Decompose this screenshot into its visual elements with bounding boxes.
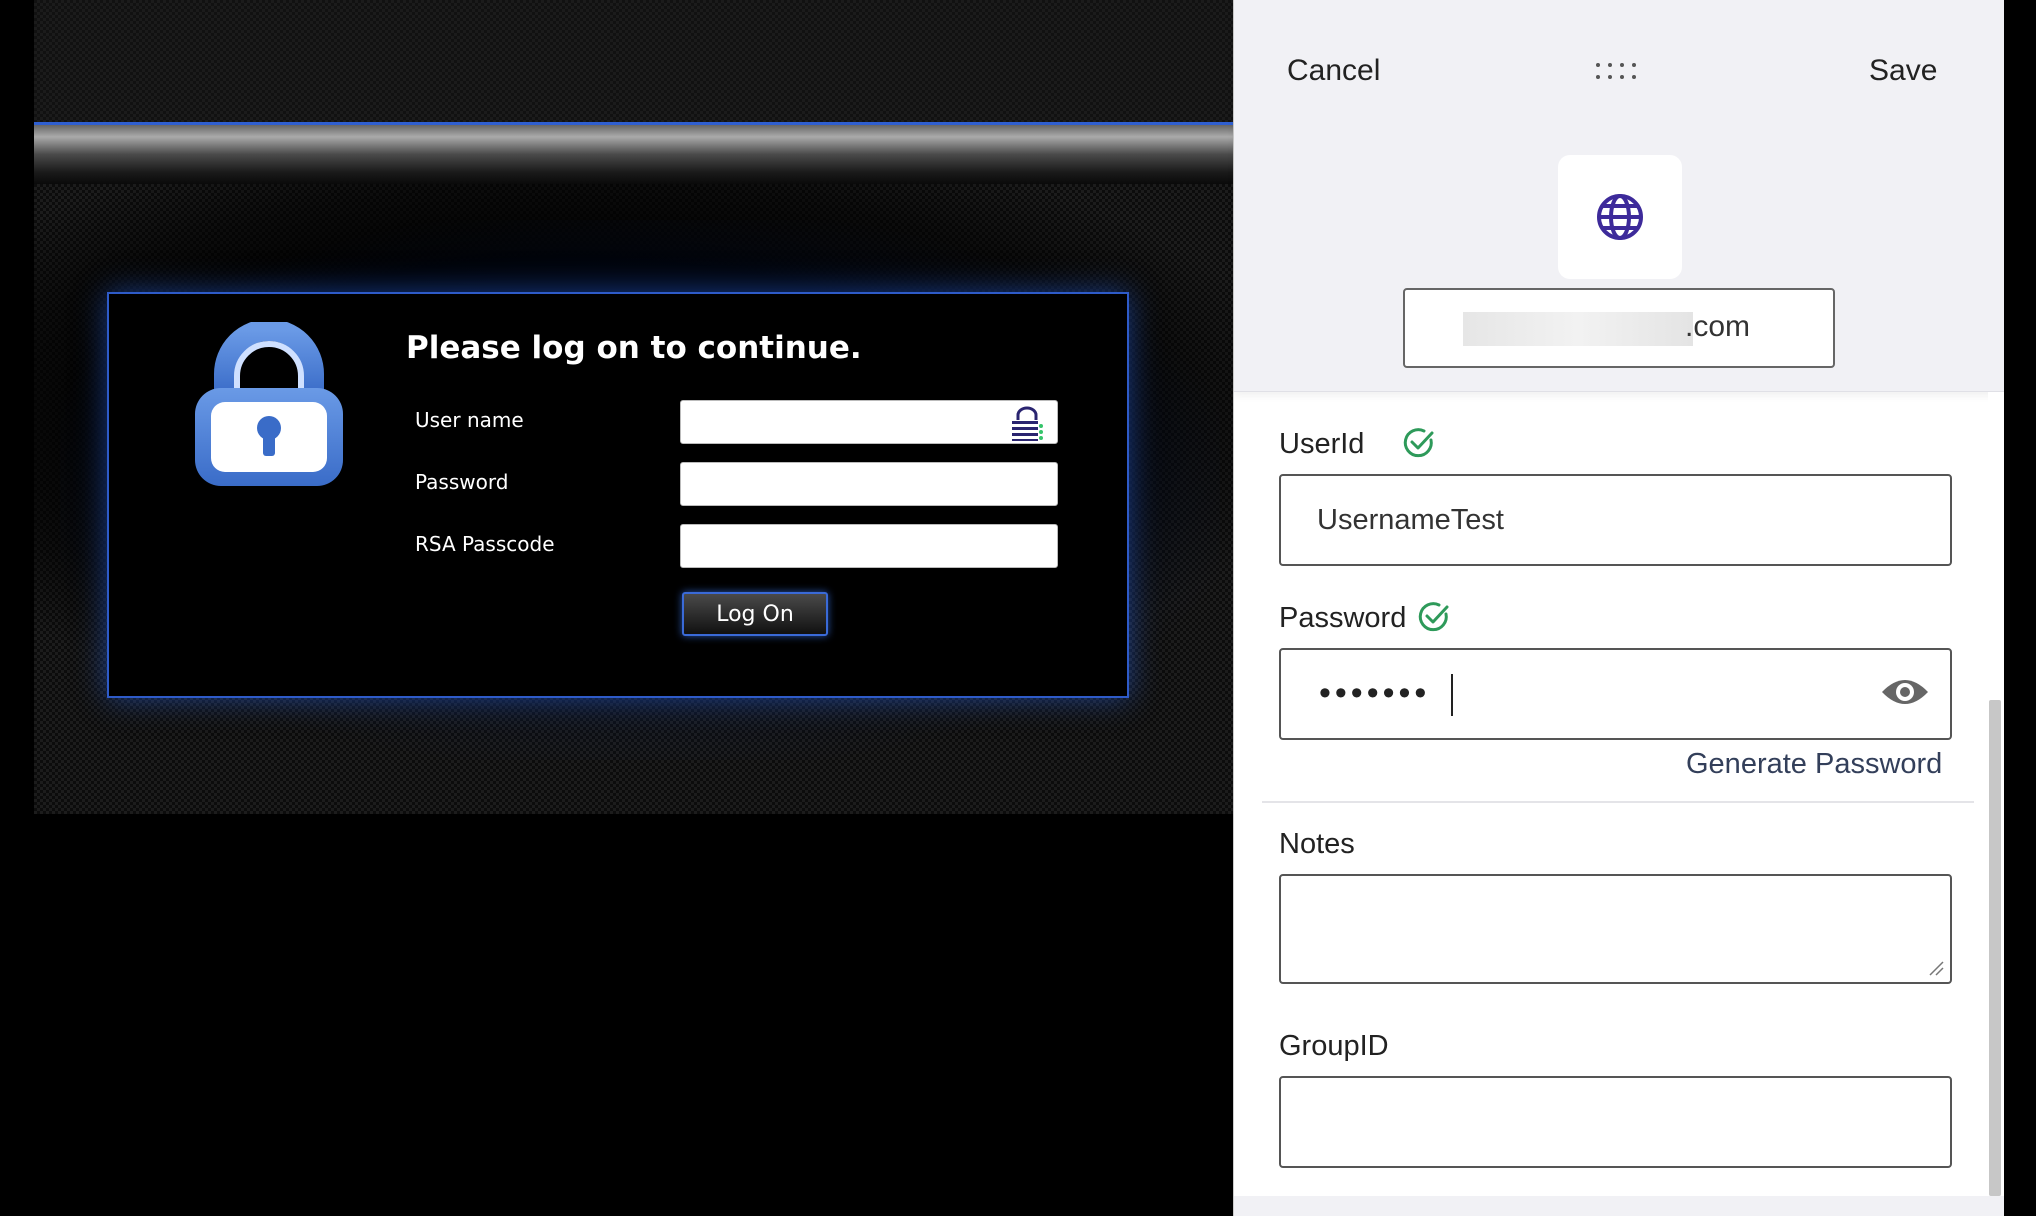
cancel-button[interactable]: Cancel: [1287, 54, 1380, 88]
username-label: User name: [415, 408, 524, 432]
userid-label: UserId: [1279, 428, 1365, 460]
password-masked-value: •••••••: [1319, 674, 1431, 712]
notes-label: Notes: [1279, 828, 1355, 860]
password-manager-panel: Cancel Save .com UserId UsernameTest Pas…: [1233, 0, 2004, 1216]
eye-icon[interactable]: [1880, 672, 1930, 712]
password-field-input[interactable]: •••••••: [1279, 648, 1952, 740]
userid-value: UsernameTest: [1317, 504, 1504, 536]
password-field-label: Password: [1279, 602, 1407, 634]
section-divider: [1262, 801, 1974, 803]
site-icon-tile: [1558, 155, 1682, 279]
url-redaction: [1463, 312, 1693, 346]
text-caret: [1451, 674, 1453, 716]
rsa-passcode-label: RSA Passcode: [415, 532, 555, 556]
username-input[interactable]: [680, 400, 1058, 444]
resize-grip-icon[interactable]: [1928, 960, 1944, 976]
groupid-input[interactable]: [1279, 1076, 1952, 1168]
generate-password-link[interactable]: Generate Password: [1686, 748, 1942, 781]
password-label: Password: [415, 470, 509, 494]
site-url-text: .com: [1685, 310, 1751, 343]
lock-icon: [195, 322, 343, 486]
login-panel: Please log on to continue. User name Pas…: [107, 292, 1129, 698]
password-input[interactable]: [680, 462, 1058, 506]
logon-button[interactable]: Log On: [682, 592, 828, 636]
save-button[interactable]: Save: [1869, 54, 1937, 88]
page-header-bar: [34, 122, 1234, 184]
userid-input[interactable]: UsernameTest: [1279, 474, 1952, 566]
scrollbar-thumb[interactable]: [1989, 700, 2001, 1196]
rsa-passcode-input[interactable]: [680, 524, 1058, 568]
login-title: Please log on to continue.: [406, 330, 862, 366]
page-header-pattern: [34, 0, 1234, 124]
password-manager-icon[interactable]: [1009, 406, 1045, 442]
drag-handle-icon[interactable]: [1594, 60, 1640, 82]
notes-textarea[interactable]: [1279, 874, 1952, 984]
panel-header: Cancel Save .com: [1234, 0, 2004, 392]
password-check-circle-icon: [1418, 602, 1449, 632]
groupid-label: GroupID: [1279, 1030, 1389, 1062]
globe-icon: [1597, 194, 1643, 240]
site-url-field[interactable]: .com: [1403, 288, 1835, 368]
userid-check-circle-icon: [1403, 428, 1434, 458]
panel-footer-strip: [1234, 1196, 2004, 1216]
